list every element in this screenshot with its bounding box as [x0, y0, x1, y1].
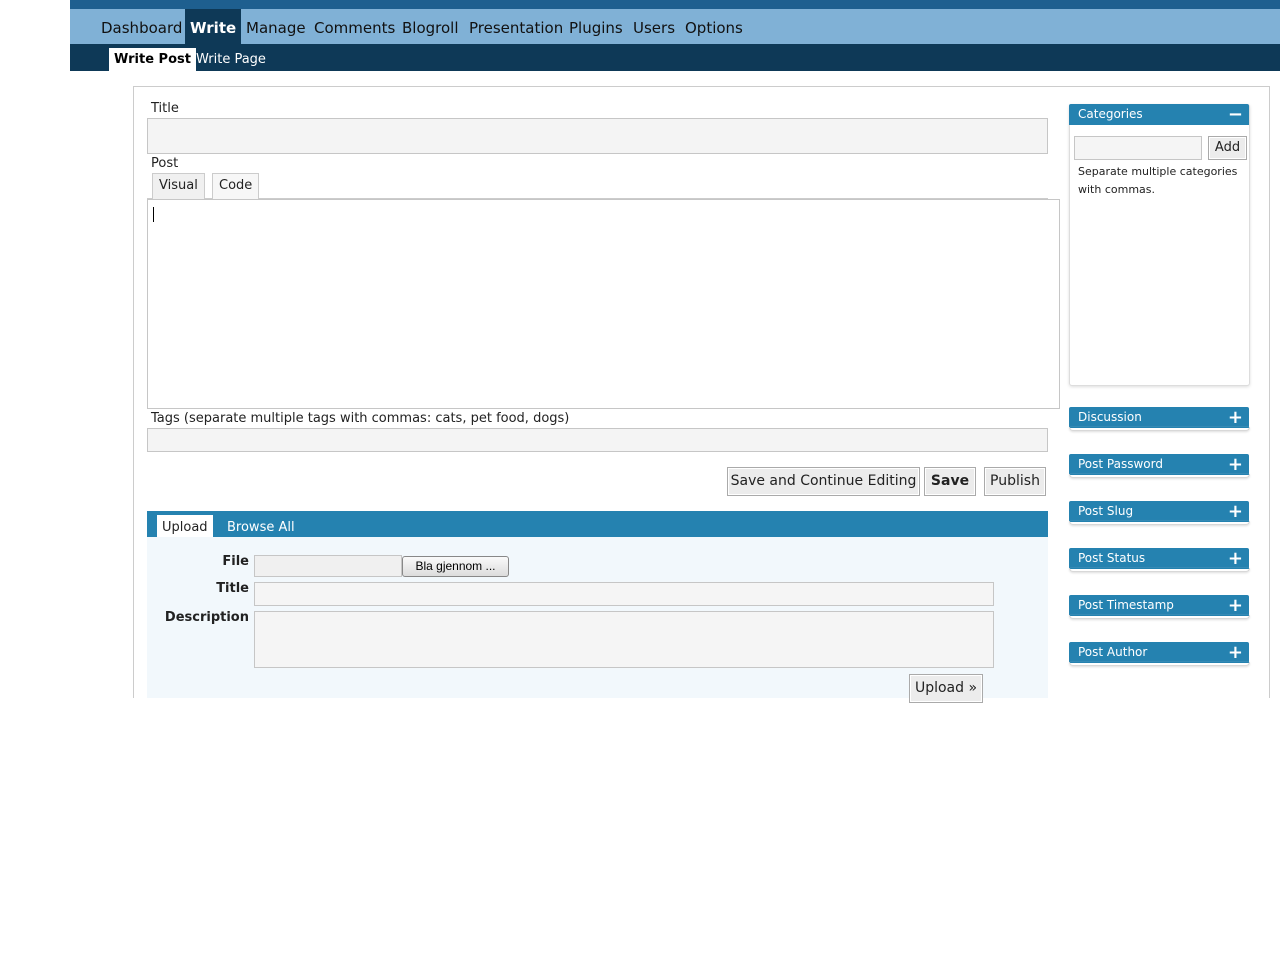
expand-icon[interactable]: + [1228, 454, 1243, 475]
post-slug-title: Post Slug [1078, 504, 1134, 518]
menu-item-options[interactable]: Options [680, 9, 748, 44]
save-button[interactable]: Save [924, 467, 976, 496]
post-timestamp-header[interactable]: Post Timestamp + [1069, 595, 1249, 616]
tab-visual[interactable]: Visual [152, 173, 205, 199]
expand-icon[interactable]: + [1228, 548, 1243, 569]
add-category-button[interactable]: Add [1208, 136, 1247, 160]
save-continue-button[interactable]: Save and Continue Editing [727, 467, 920, 496]
post-author-header[interactable]: Post Author + [1069, 642, 1249, 663]
post-editor[interactable] [147, 199, 1060, 409]
upload-title-label: Title [216, 581, 249, 596]
title-label: Title [151, 101, 179, 116]
menu-item-comments[interactable]: Comments [309, 9, 400, 44]
post-status-header[interactable]: Post Status + [1069, 548, 1249, 569]
upload-button[interactable]: Upload » [909, 674, 983, 703]
top-strip [70, 0, 1280, 9]
post-label: Post [151, 156, 179, 171]
categories-title: Categories [1078, 107, 1143, 121]
expand-icon[interactable]: + [1228, 642, 1243, 663]
browse-file-button[interactable]: Bla gjennom ... [402, 556, 509, 577]
title-input[interactable] [147, 118, 1048, 154]
post-timestamp-box-edge [1069, 615, 1250, 619]
menu-item-plugins[interactable]: Plugins [564, 9, 628, 44]
post-password-header[interactable]: Post Password + [1069, 454, 1249, 475]
discussion-box-edge [1069, 427, 1250, 431]
post-status-title: Post Status [1078, 551, 1146, 565]
expand-icon[interactable]: + [1228, 595, 1243, 616]
new-category-input[interactable] [1074, 136, 1202, 160]
menu-item-dashboard[interactable]: Dashboard [96, 9, 187, 44]
menu-item-users[interactable]: Users [628, 9, 680, 44]
publish-button[interactable]: Publish [984, 467, 1046, 496]
menu-item-manage[interactable]: Manage [241, 9, 311, 44]
description-input[interactable] [254, 611, 994, 668]
post-status-box-edge [1069, 568, 1250, 572]
menu-item-presentation[interactable]: Presentation [464, 9, 568, 44]
discussion-header[interactable]: Discussion + [1069, 407, 1249, 428]
submenu-item-write-page[interactable]: Write Page [191, 48, 271, 71]
collapse-icon[interactable]: − [1228, 104, 1243, 125]
tags-input[interactable] [147, 428, 1048, 452]
tab-code[interactable]: Code [212, 173, 260, 199]
expand-icon[interactable]: + [1228, 501, 1243, 522]
text-caret [153, 207, 154, 222]
file-input[interactable] [254, 555, 402, 577]
description-label: Description [164, 610, 249, 625]
menu-item-write[interactable]: Write [185, 9, 242, 44]
post-password-title: Post Password [1078, 457, 1163, 471]
post-password-box-edge [1069, 474, 1250, 478]
post-slug-header[interactable]: Post Slug + [1069, 501, 1249, 522]
categories-header[interactable]: Categories − [1069, 104, 1249, 125]
tags-label: Tags (separate multiple tags with commas… [151, 411, 570, 426]
menu-item-blogroll[interactable]: Blogroll [397, 9, 464, 44]
upload-title-input[interactable] [254, 582, 994, 606]
categories-hint: Separate multiple categories with commas… [1078, 165, 1238, 196]
discussion-title: Discussion [1078, 410, 1142, 424]
post-author-title: Post Author [1078, 645, 1148, 659]
sub-menu: Write Post Write Page [70, 44, 1280, 71]
expand-icon[interactable]: + [1228, 407, 1243, 428]
post-timestamp-title: Post Timestamp [1078, 598, 1174, 612]
post-slug-box-edge [1069, 521, 1250, 525]
post-author-box-edge [1069, 662, 1250, 666]
submenu-item-write-post[interactable]: Write Post [109, 48, 196, 71]
main-menu: Dashboard Write Manage Comments Blogroll… [70, 9, 1280, 44]
file-label: File [222, 554, 249, 569]
